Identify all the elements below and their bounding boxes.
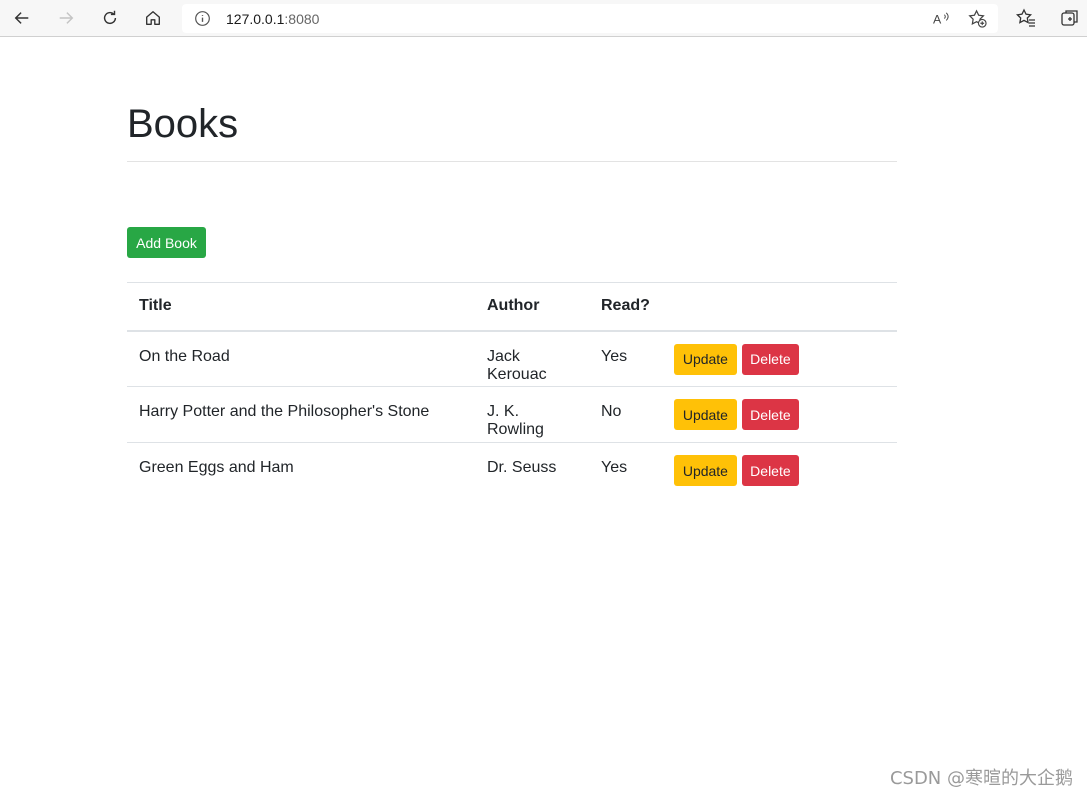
books-table: Title Author Read? On the Road Jack Kero… (127, 282, 897, 499)
book-read-status: Yes (601, 347, 628, 365)
page-title: Books (127, 102, 239, 146)
home-button[interactable] (140, 5, 166, 31)
read-aloud-icon[interactable]: A (932, 9, 951, 28)
forward-icon (59, 12, 74, 24)
forward-button[interactable] (53, 5, 79, 31)
watermark: CSDN @寒暄的大企鹅 (889, 768, 1073, 789)
add-favorite-icon[interactable] (968, 9, 987, 28)
header-actions (661, 282, 897, 332)
book-author: Dr. Seuss (487, 459, 557, 476)
favorites-icon[interactable] (1016, 8, 1036, 28)
home-icon (146, 11, 160, 25)
book-author: J. K. Rowling (487, 403, 544, 438)
table-header-row: Title Author Read? (127, 282, 897, 332)
update-button[interactable]: Update (673, 455, 737, 486)
header-author: Author (475, 282, 589, 332)
svg-text:A: A (933, 12, 942, 26)
add-book-button[interactable]: Add Book (127, 227, 206, 258)
table-row: Harry Potter and the Philosopher's Stone… (127, 386, 897, 443)
title-divider (127, 161, 897, 162)
info-icon[interactable] (194, 10, 211, 27)
table-row: Green Eggs and Ham Dr. Seuss Yes Update … (127, 442, 897, 499)
row-actions: Update Delete (673, 332, 885, 375)
book-title: On the Road (139, 347, 230, 365)
refresh-button[interactable] (97, 5, 123, 31)
refresh-icon (103, 10, 117, 25)
table-row: On the Road Jack Kerouac Yes Update Dele… (127, 330, 897, 387)
header-read: Read? (589, 282, 662, 332)
address-bar[interactable]: 127.0.0.1:8080 A (182, 4, 998, 33)
row-actions: Update Delete (673, 387, 885, 430)
update-button[interactable]: Update (673, 399, 737, 430)
row-actions: Update Delete (673, 443, 885, 486)
url-port: :8080 (284, 11, 320, 27)
back-button[interactable] (9, 5, 35, 31)
delete-button[interactable]: Delete (741, 343, 799, 375)
book-read-status: Yes (601, 459, 628, 476)
update-button[interactable]: Update (673, 343, 737, 375)
browser-toolbar: 127.0.0.1:8080 A (0, 0, 1087, 37)
back-icon (14, 12, 29, 24)
url-host: 127.0.0.1 (226, 11, 285, 27)
header-title: Title (127, 282, 475, 332)
collections-icon[interactable] (1060, 8, 1080, 28)
book-author: Jack Kerouac (487, 347, 547, 383)
url-text[interactable]: 127.0.0.1:8080 (226, 11, 319, 27)
delete-button[interactable]: Delete (741, 399, 799, 430)
delete-button[interactable]: Delete (741, 455, 799, 486)
book-read-status: No (601, 403, 622, 420)
book-title: Harry Potter and the Philosopher's Stone (139, 403, 430, 420)
book-title: Green Eggs and Ham (139, 459, 294, 476)
